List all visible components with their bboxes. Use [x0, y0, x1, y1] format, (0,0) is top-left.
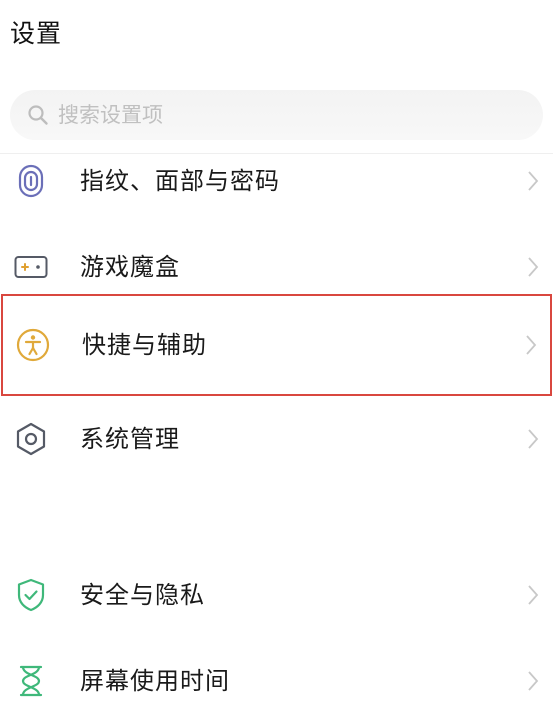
chevron-right-icon — [525, 425, 541, 453]
settings-item-label: 安全与隐私 — [80, 581, 205, 609]
settings-item-label: 快捷与辅助 — [82, 331, 207, 359]
settings-item-fingerprint-face-password[interactable]: 指纹、面部与密码 — [0, 137, 553, 223]
search-bar[interactable] — [10, 90, 543, 140]
chevron-right-icon — [523, 331, 539, 359]
settings-item-label: 游戏魔盒 — [80, 253, 180, 281]
fingerprint-icon — [13, 163, 49, 199]
hourglass-icon — [13, 663, 49, 699]
page-title: 设置 — [10, 19, 63, 48]
chevron-right-icon — [525, 581, 541, 609]
settings-item-label: 系统管理 — [80, 425, 180, 453]
shield-check-icon — [13, 577, 49, 613]
search-icon — [26, 103, 50, 127]
chevron-right-icon — [525, 253, 541, 281]
settings-item-shortcuts-accessibility[interactable]: 快捷与辅助 — [1, 294, 552, 396]
settings-item-label: 屏幕使用时间 — [80, 667, 230, 695]
settings-item-security-privacy[interactable]: 安全与隐私 — [0, 551, 553, 637]
game-box-icon — [13, 249, 49, 285]
accessibility-icon — [15, 327, 51, 363]
hexagon-settings-icon — [13, 421, 49, 457]
chevron-right-icon — [525, 167, 541, 195]
search-input[interactable] — [58, 103, 498, 127]
settings-item-screen-time[interactable]: 屏幕使用时间 — [0, 637, 553, 723]
settings-item-label: 指纹、面部与密码 — [80, 167, 280, 195]
settings-item-system-management[interactable]: 系统管理 — [0, 395, 553, 481]
chevron-right-icon — [525, 667, 541, 695]
